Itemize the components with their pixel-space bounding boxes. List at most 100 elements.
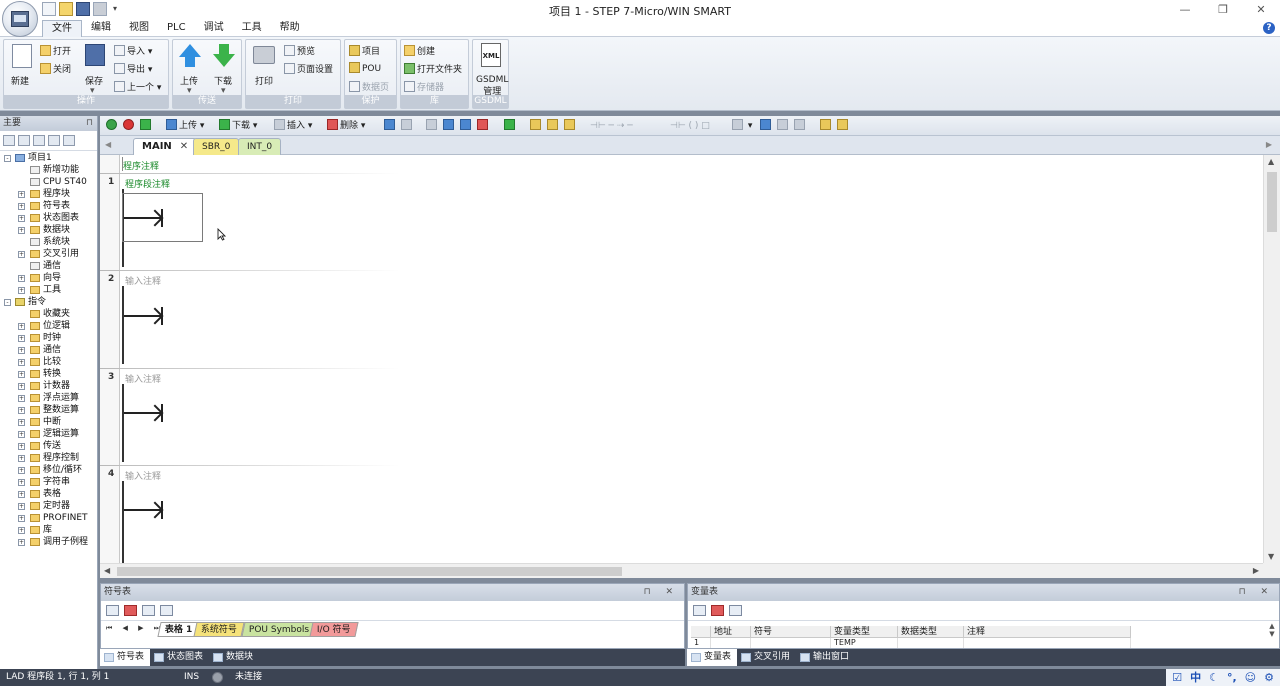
tab-output-window[interactable]: 输出窗口 (796, 649, 855, 666)
scroll-up-icon[interactable]: ▲ (1268, 157, 1274, 166)
scroll-up-icon[interactable]: ▲ (1265, 622, 1279, 630)
expand-icon[interactable]: + (18, 431, 25, 438)
import-button[interactable]: 导入 ▾ (114, 44, 152, 57)
scroll-right-icon[interactable]: ▶ (1253, 566, 1259, 575)
apply-symbols-icon[interactable] (160, 605, 173, 616)
tree-item[interactable]: + 转换 (0, 368, 97, 380)
moon-icon[interactable]: ☾ (1209, 669, 1219, 686)
open-button[interactable]: 打开 (40, 44, 71, 57)
add-row-icon[interactable] (106, 605, 119, 616)
preview-button[interactable]: 预览 (284, 44, 315, 57)
menu-tab-debug[interactable]: 调试 (195, 20, 233, 37)
panel-pin-close-icon[interactable]: ⊓ ✕ (644, 584, 679, 601)
close-button[interactable]: ✕ (1242, 0, 1280, 20)
open-library-folder-button[interactable]: 打开文件夹 (404, 62, 462, 75)
go-to-button[interactable] (504, 119, 517, 133)
expand-icon[interactable]: + (18, 227, 25, 234)
application-menu-button[interactable] (2, 1, 38, 37)
network-comment[interactable]: 输入注释 (125, 372, 161, 385)
tree-item[interactable]: + 表格 (0, 488, 97, 500)
tree-item[interactable]: + 符号表 (0, 200, 97, 212)
expand-icon[interactable]: + (18, 515, 25, 522)
protect-toolbar-button[interactable] (564, 119, 577, 133)
vertical-scroll-thumb[interactable] (1267, 172, 1277, 232)
expand-icon[interactable]: + (18, 407, 25, 414)
cell-var-type[interactable]: TEMP (831, 638, 898, 648)
restore-button[interactable]: ❐ (1204, 0, 1242, 20)
compile-button[interactable] (140, 119, 153, 133)
expand-icon[interactable]: + (18, 359, 25, 366)
scroll-down-icon[interactable]: ▼ (1268, 552, 1274, 561)
tree-item[interactable]: + 定时器 (0, 500, 97, 512)
expand-icon[interactable]: + (18, 335, 25, 342)
tree-item[interactable]: + 状态图表 (0, 212, 97, 224)
tree-item[interactable]: - 指令 (0, 296, 97, 308)
panel-pin-close-icon[interactable]: ⊓ ✕ (1239, 584, 1274, 601)
menu-tab-tools[interactable]: 工具 (233, 20, 271, 37)
tab-status-chart[interactable]: 状态图表 (150, 649, 209, 666)
tab-pou-symbols[interactable]: POU Symbols (241, 622, 317, 637)
ladder-coil-button[interactable]: ⊣⊢ ( ) □ (670, 119, 710, 133)
edit-comment-button[interactable] (794, 119, 807, 133)
punctuation-icon[interactable]: °, (1227, 669, 1237, 686)
tab-close-icon[interactable]: ✕ (180, 141, 188, 152)
tree-item[interactable]: 新增功能 (0, 164, 97, 176)
tab-data-block[interactable]: 数据块 (209, 649, 259, 666)
expand-icon[interactable]: + (18, 455, 25, 462)
tab-cross-reference[interactable]: 交叉引用 (737, 649, 796, 666)
collapse-icon[interactable]: - (4, 299, 11, 306)
delete-button[interactable]: 删除 ▾ (327, 119, 365, 133)
insert-variable-icon[interactable] (693, 605, 706, 616)
bookmark-prev-button[interactable] (443, 119, 456, 133)
tree-item[interactable]: + PROFINET (0, 512, 97, 524)
ladder-contact-button[interactable]: ⊣⊢ ─ ⇢ ─ (590, 119, 633, 133)
pin-icon[interactable]: ⊓ (86, 116, 93, 131)
tree-view-icon[interactable] (3, 135, 15, 146)
minimize-button[interactable]: — (1166, 0, 1204, 20)
lock-button[interactable] (530, 119, 543, 133)
cell-comment[interactable] (964, 638, 1131, 648)
tree-item[interactable]: CPU ST40 (0, 176, 97, 188)
menu-tab-help[interactable]: 帮助 (271, 20, 309, 37)
expand-icon[interactable]: + (18, 527, 25, 534)
cell-symbol[interactable] (751, 638, 831, 648)
tab-main[interactable]: MAIN ✕ (133, 138, 198, 155)
tree-item[interactable]: + 逻辑运算 (0, 428, 97, 440)
tab-variable-table[interactable]: 变量表 (687, 649, 738, 666)
table-row[interactable]: 1 TEMP (691, 638, 1131, 648)
variable-scrollbar[interactable]: ▲ ▼ (1265, 622, 1279, 649)
tree-item[interactable]: + 计数器 (0, 380, 97, 392)
menu-tab-view[interactable]: 视图 (120, 20, 158, 37)
tree-item[interactable]: + 时钟 (0, 332, 97, 344)
expand-icon[interactable]: + (18, 203, 25, 210)
expand-icon[interactable]: + (18, 323, 25, 330)
tree-item[interactable]: + 向导 (0, 272, 97, 284)
delete-row-icon[interactable] (124, 605, 137, 616)
sheet-nav-icons[interactable]: ⏮ ◀ ▶ ⏭ (106, 624, 164, 633)
tab-symbol-table[interactable]: 符号表 (100, 649, 151, 666)
network-comment[interactable]: 程序段注释 (125, 177, 170, 190)
create-library-button[interactable]: 创建 (404, 44, 435, 57)
stop-button[interactable] (123, 119, 136, 133)
bookmark-button[interactable] (426, 119, 439, 133)
ime-chinese-icon[interactable]: 中 (1190, 669, 1201, 686)
monitor-pause-button[interactable] (401, 119, 414, 133)
cell-address[interactable] (711, 638, 751, 648)
expand-icon[interactable]: + (18, 419, 25, 426)
close-project-button[interactable]: 关闭 (40, 62, 71, 75)
bookmark-next-button[interactable] (460, 119, 473, 133)
expand-icon[interactable]: + (18, 443, 25, 450)
expand-icon[interactable]: + (18, 287, 25, 294)
tray-checkbox-icon[interactable]: ☑ (1172, 669, 1182, 686)
monitor-button[interactable] (384, 119, 397, 133)
tree-item[interactable]: + 比较 (0, 356, 97, 368)
ladder-editor[interactable]: 程序注释 1 程序段注释 2 输入注释 3 输入注释 4 输入注释 (100, 155, 1263, 563)
tree-item[interactable]: - 项目1 (0, 152, 97, 164)
collapse-icon[interactable]: - (4, 155, 11, 162)
properties-button[interactable] (820, 119, 833, 133)
expand-icon[interactable]: + (18, 395, 25, 402)
tree-item[interactable]: + 程序块 (0, 188, 97, 200)
settings-icon[interactable]: ⚙ (1264, 669, 1274, 686)
menu-tab-file[interactable]: 文件 (42, 20, 82, 37)
tree-item[interactable]: + 中断 (0, 416, 97, 428)
